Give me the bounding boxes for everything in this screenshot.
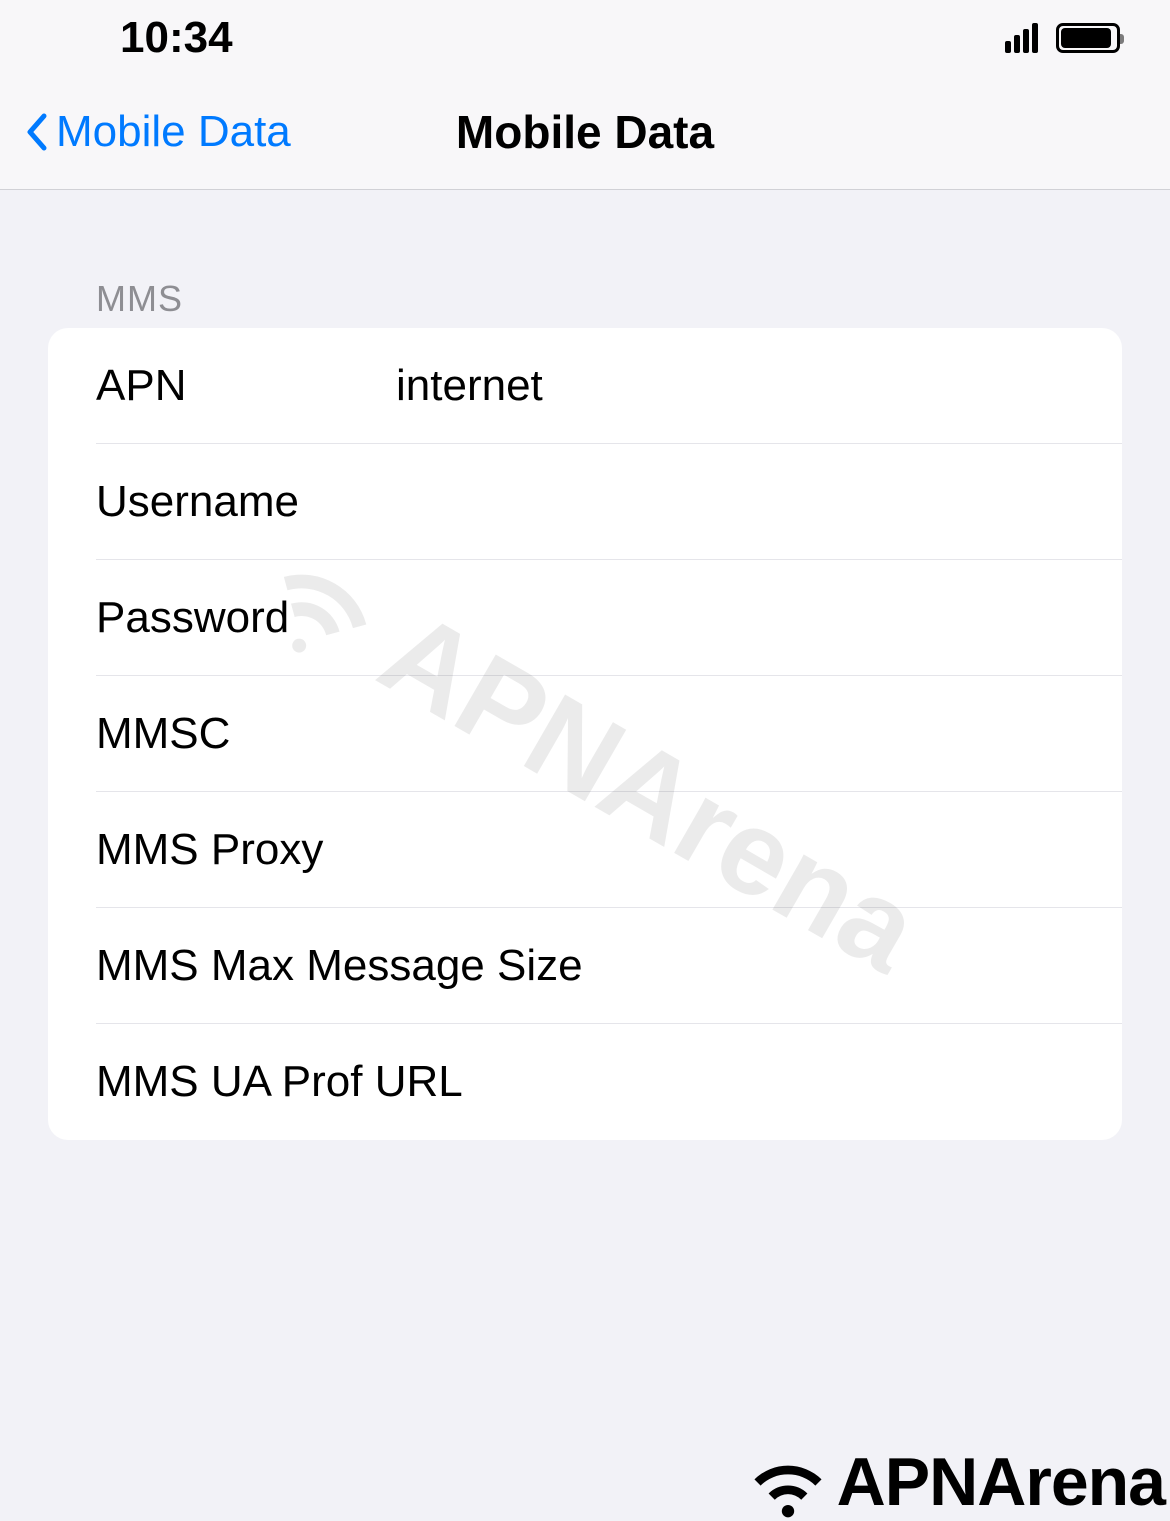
status-bar: 10:34 [0,0,1170,75]
input-mms-max[interactable] [583,941,1122,991]
row-mms-ua[interactable]: MMS UA Prof URL [48,1024,1122,1140]
label-username: Username [96,477,396,527]
label-apn: APN [96,361,396,411]
row-apn[interactable]: APN [48,328,1122,444]
input-mms-proxy[interactable] [396,825,1122,875]
row-mmsc[interactable]: MMSC [48,676,1122,792]
row-password[interactable]: Password [48,560,1122,676]
row-mms-proxy[interactable]: MMS Proxy [48,792,1122,908]
section-header-mms: MMS [48,190,1122,328]
nav-bar: Mobile Data Mobile Data [0,75,1170,190]
input-password[interactable] [396,593,1122,643]
chevron-left-icon [24,112,48,152]
row-username[interactable]: Username [48,444,1122,560]
mms-settings-group: APN Username Password MMSC MMS Proxy MMS… [48,328,1122,1140]
wifi-icon [743,1445,833,1520]
input-apn[interactable] [396,361,1122,411]
label-mms-max: MMS Max Message Size [96,941,583,991]
status-time: 10:34 [120,13,233,63]
input-mmsc[interactable] [396,709,1122,759]
label-mmsc: MMSC [96,709,396,759]
label-mms-proxy: MMS Proxy [96,825,396,875]
input-username[interactable] [396,477,1122,527]
signal-icon [1005,23,1038,53]
battery-icon [1056,23,1120,53]
label-password: Password [96,593,396,643]
back-label: Mobile Data [56,107,291,157]
footer-logo: APNArena [743,1443,1165,1521]
input-mms-ua[interactable] [463,1057,1122,1107]
status-icons [1005,23,1120,53]
content: MMS APN Username Password MMSC MMS Proxy [0,190,1170,1140]
row-mms-max[interactable]: MMS Max Message Size [48,908,1122,1024]
footer-text: APNArena [837,1443,1165,1521]
back-button[interactable]: Mobile Data [24,107,291,157]
label-mms-ua: MMS UA Prof URL [96,1057,463,1107]
